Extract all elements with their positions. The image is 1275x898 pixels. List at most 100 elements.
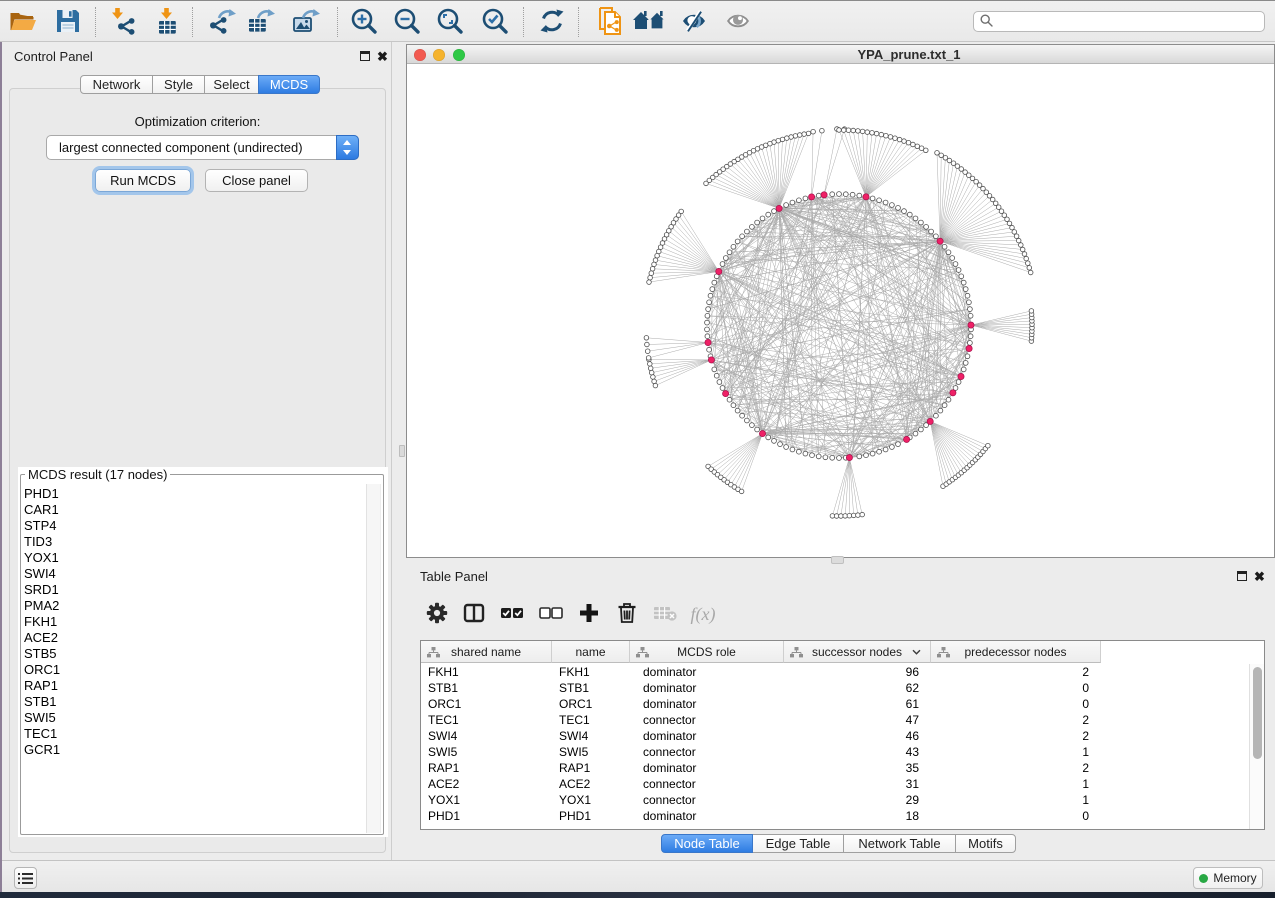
mcds-result-node[interactable]: SRD1: [24, 582, 354, 598]
close-table-panel-icon[interactable]: ✖: [1254, 572, 1265, 582]
window-left-edge: [0, 42, 2, 892]
table-scrollbar-thumb[interactable]: [1253, 667, 1262, 759]
table-row-YOX1[interactable]: YOX1YOX1connector291: [421, 792, 1100, 808]
column-header-predecessor-nodes[interactable]: predecessor nodes: [931, 641, 1101, 663]
apply-layout-button[interactable]: [534, 4, 570, 40]
mcds-result-node[interactable]: STB5: [24, 646, 354, 662]
hide-selected-button[interactable]: [676, 4, 712, 40]
column-header-name[interactable]: name: [552, 641, 630, 663]
import-table-button[interactable]: [150, 4, 186, 40]
run-mcds-button[interactable]: Run MCDS: [95, 169, 191, 192]
zoom-selected-button[interactable]: [477, 4, 513, 40]
tab-select[interactable]: Select: [204, 75, 259, 94]
table-cell: 61: [784, 696, 931, 712]
mcds-result-node[interactable]: FKH1: [24, 614, 354, 630]
column-header-successor-nodes[interactable]: successor nodes: [784, 641, 931, 663]
zoom-fit-button[interactable]: [432, 4, 468, 40]
zoom-out-button[interactable]: [389, 4, 425, 40]
table-row-FKH1[interactable]: FKH1FKH1dominator962: [421, 664, 1100, 680]
select-all-icon: [500, 605, 524, 624]
mcds-result-node[interactable]: ORC1: [24, 662, 354, 678]
mcds-result-node[interactable]: PMA2: [24, 598, 354, 614]
optimization-criterion-label: Optimization criterion:: [10, 114, 385, 129]
tab-node-table[interactable]: Node Table: [661, 834, 753, 853]
network-canvas[interactable]: [407, 65, 1274, 557]
column-header-MCDS-role[interactable]: MCDS role: [630, 641, 784, 663]
main-toolbar: [0, 1, 1275, 42]
export-image-button[interactable]: [288, 4, 324, 40]
export-table-button[interactable]: [243, 4, 279, 40]
mcds-result-node[interactable]: GCR1: [24, 742, 354, 758]
deselect-all-button[interactable]: [535, 598, 567, 630]
mcds-result-node[interactable]: STB1: [24, 694, 354, 710]
list-icon: [18, 872, 33, 885]
show-all-button[interactable]: [720, 4, 756, 40]
table-row-SWI5[interactable]: SWI5SWI5connector431: [421, 744, 1100, 760]
table-cell: 18: [784, 808, 931, 824]
table-row-ORC1[interactable]: ORC1ORC1dominator610: [421, 696, 1100, 712]
search-box[interactable]: [973, 11, 1265, 32]
tab-network-table[interactable]: Network Table: [843, 834, 956, 853]
table-cell: 31: [784, 776, 931, 792]
close-panel-icon[interactable]: ✖: [377, 52, 388, 62]
float-table-panel-icon[interactable]: [1237, 571, 1247, 581]
minimize-window-light[interactable]: [433, 49, 445, 61]
table-cell: RAP1: [552, 760, 630, 776]
save-session-button[interactable]: [50, 4, 86, 40]
clone-network-button[interactable]: [594, 4, 630, 40]
table-row-SWI4[interactable]: SWI4SWI4dominator462: [421, 728, 1100, 744]
table-scrollbar[interactable]: [1249, 664, 1264, 829]
table-cell: 35: [784, 760, 931, 776]
open-session-button[interactable]: [5, 4, 41, 40]
table-row-TEC1[interactable]: TEC1TEC1connector472: [421, 712, 1100, 728]
table-row-PHD1[interactable]: PHD1PHD1dominator180: [421, 808, 1100, 824]
tab-motifs[interactable]: Motifs: [955, 834, 1016, 853]
close-window-light[interactable]: [414, 49, 426, 61]
vertical-splitter-handle[interactable]: [399, 445, 405, 457]
mcds-result-node[interactable]: SWI4: [24, 566, 354, 582]
mcds-result-node[interactable]: CAR1: [24, 502, 354, 518]
table-cell: connector: [630, 712, 784, 728]
horizontal-splitter-handle[interactable]: [831, 556, 844, 564]
import-network-button[interactable]: [105, 4, 141, 40]
mcds-result-node[interactable]: YOX1: [24, 550, 354, 566]
mcds-result-node[interactable]: STP4: [24, 518, 354, 534]
tab-mcds[interactable]: MCDS: [258, 75, 320, 94]
close-panel-button[interactable]: Close panel: [205, 169, 308, 192]
zoom-in-button[interactable]: [346, 4, 382, 40]
mcds-result-node[interactable]: RAP1: [24, 678, 354, 694]
table-cell: 29: [784, 792, 931, 808]
select-all-button[interactable]: [496, 598, 528, 630]
mcds-result-scrollbar[interactable]: [366, 484, 381, 833]
show-columns-button[interactable]: [458, 598, 490, 630]
delete-row-button[interactable]: [611, 598, 643, 630]
float-panel-icon[interactable]: [360, 51, 370, 61]
maximize-window-light[interactable]: [453, 49, 465, 61]
mcds-result-node[interactable]: TEC1: [24, 726, 354, 742]
first-neighbors-button[interactable]: [631, 4, 667, 40]
tab-network[interactable]: Network: [80, 75, 153, 94]
add-column-button[interactable]: [573, 598, 605, 630]
export-network-button[interactable]: [204, 4, 240, 40]
mcds-result-node[interactable]: PHD1: [24, 486, 354, 502]
vertical-splitter[interactable]: [393, 42, 406, 860]
task-history-button[interactable]: [14, 867, 37, 889]
network-window-titlebar[interactable]: YPA_prune.txt_1: [407, 45, 1274, 64]
export-network-icon: [207, 6, 237, 39]
table-row-RAP1[interactable]: RAP1RAP1dominator352: [421, 760, 1100, 776]
mcds-result-node[interactable]: ACE2: [24, 630, 354, 646]
mcds-result-node[interactable]: TID3: [24, 534, 354, 550]
criterion-dropdown[interactable]: largest connected component (undirected): [46, 135, 359, 160]
table-panel-title: Table Panel: [420, 569, 488, 584]
table-row-ACE2[interactable]: ACE2ACE2connector311: [421, 776, 1100, 792]
control-panel-tabs: NetworkStyleSelectMCDS: [80, 75, 320, 94]
tab-style[interactable]: Style: [152, 75, 205, 94]
column-header-shared-name[interactable]: shared name: [421, 641, 552, 663]
search-input[interactable]: [997, 15, 1247, 29]
table-settings-button[interactable]: [421, 598, 453, 630]
tab-edge-table[interactable]: Edge Table: [752, 834, 844, 853]
mcds-result-node[interactable]: SWI5: [24, 710, 354, 726]
column-label: successor nodes: [812, 645, 902, 659]
table-row-STB1[interactable]: STB1STB1dominator620: [421, 680, 1100, 696]
memory-button[interactable]: Memory: [1193, 867, 1263, 889]
